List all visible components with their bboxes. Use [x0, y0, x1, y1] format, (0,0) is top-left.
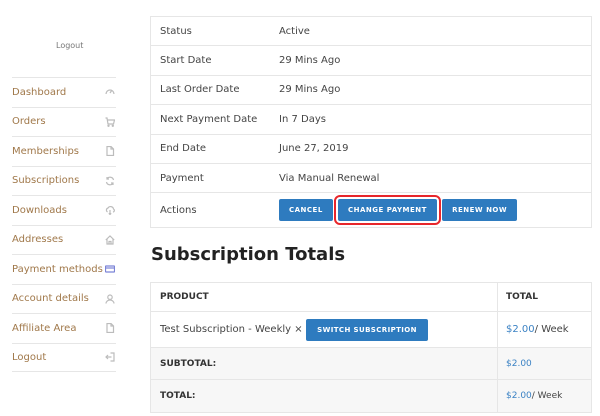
last-order-date-label: Last Order Date: [160, 84, 240, 96]
table-row: Actions Cancel Change Payment Renew Now: [151, 193, 591, 229]
sidebar-item-orders[interactable]: Orders: [12, 106, 116, 137]
sidebar-item-label: Logout: [12, 351, 47, 363]
user-icon: [104, 293, 116, 305]
next-payment-date-value: In 7 Days: [279, 113, 326, 125]
table-header-row: PRODUCT TOTAL: [151, 283, 591, 312]
subtotal-value: $2.00: [506, 358, 532, 369]
logout-icon: [104, 351, 116, 363]
sidebar-item-memberships[interactable]: Memberships: [12, 136, 116, 166]
item-period: / Week: [534, 324, 569, 335]
switch-subscription-button[interactable]: Switch Subscription: [306, 318, 428, 341]
sidebar-item-label: Downloads: [12, 204, 67, 216]
total-price: $2.00: [506, 391, 532, 401]
sidebar-item-account-details[interactable]: Account details: [12, 283, 116, 314]
next-payment-date-label: Next Payment Date: [160, 113, 258, 125]
sidebar-item-label: Payment methods: [12, 263, 103, 275]
status-value: Active: [279, 25, 310, 37]
refresh-icon: [104, 175, 116, 187]
payment-value: Via Manual Renewal: [279, 172, 380, 184]
table-row: Last Order Date 29 Mins Ago: [151, 76, 591, 106]
total-label: TOTAL:: [160, 391, 196, 401]
sidebar-item-downloads[interactable]: Downloads: [12, 195, 116, 225]
download-cloud-icon: [104, 204, 116, 216]
actions-label: Actions: [160, 204, 197, 216]
document-icon: [104, 322, 116, 334]
product-cell: Test Subscription - Weekly × 1 Switch Su…: [151, 312, 497, 347]
renew-now-button[interactable]: Renew Now: [442, 199, 518, 222]
change-payment-button[interactable]: Change Payment: [333, 195, 441, 226]
sidebar-item-affiliate-area[interactable]: Affiliate Area: [12, 313, 116, 343]
last-order-date-value: 29 Mins Ago: [279, 84, 341, 96]
sidebar-item-dashboard[interactable]: Dashboard: [12, 77, 116, 107]
sidebar-item-label: Addresses: [12, 234, 64, 246]
table-row: Next Payment Date In 7 Days: [151, 105, 591, 135]
table-row: Test Subscription - Weekly × 1 Switch Su…: [151, 312, 591, 348]
total-cell: $2.00 / Week: [497, 380, 591, 412]
payment-label: Payment: [160, 172, 204, 184]
table-row: Payment Via Manual Renewal: [151, 164, 591, 194]
cancel-button[interactable]: Cancel: [279, 199, 333, 222]
product-name[interactable]: Test Subscription - Weekly × 1: [160, 324, 312, 335]
table-row: Status Active: [151, 17, 591, 47]
total-row: TOTAL: $2.00 / Week: [151, 380, 591, 412]
item-price: $2.00: [506, 324, 535, 335]
end-date-label: End Date: [160, 143, 207, 155]
cart-icon: [104, 116, 116, 128]
sidebar-item-label: Dashboard: [12, 86, 67, 98]
product-column-header: PRODUCT: [160, 292, 209, 302]
sidebar-item-label: Subscriptions: [12, 175, 80, 187]
sidebar-item-label: Affiliate Area: [12, 322, 77, 334]
total-column-header: TOTAL: [497, 283, 591, 311]
sidebar-item-payment-methods[interactable]: Payment methods: [12, 254, 116, 284]
home-icon: [104, 234, 116, 246]
sidebar-item-logout[interactable]: Logout: [12, 342, 116, 372]
account-navigation: Dashboard Orders Memberships Subscriptio…: [12, 77, 116, 372]
item-total-cell: $2.00 / Week: [497, 312, 591, 347]
subscription-totals-table: PRODUCT TOTAL Test Subscription - Weekly…: [150, 282, 592, 413]
document-icon: [104, 145, 116, 157]
status-label: Status: [160, 25, 192, 37]
total-period: / Week: [531, 391, 563, 401]
sidebar-item-addresses[interactable]: Addresses: [12, 224, 116, 255]
dashboard-icon: [104, 86, 116, 98]
credit-card-icon: [104, 263, 116, 275]
subscription-details-table: Status Active Start Date 29 Mins Ago Las…: [150, 16, 592, 229]
subtotal-cell: $2.00: [497, 348, 591, 379]
sidebar-item-label: Account details: [12, 293, 89, 305]
subscription-totals-heading: Subscription Totals: [151, 244, 346, 265]
subtotal-row: SUBTOTAL: $2.00: [151, 348, 591, 380]
sidebar-item-label: Memberships: [12, 145, 80, 157]
table-row: End Date June 27, 2019: [151, 135, 591, 164]
start-date-label: Start Date: [160, 55, 212, 67]
sidebar-item-subscriptions[interactable]: Subscriptions: [12, 165, 116, 196]
sidebar-item-label: Orders: [12, 116, 46, 128]
subtotal-label: SUBTOTAL:: [160, 358, 217, 369]
end-date-value: June 27, 2019: [279, 143, 349, 155]
top-logout-link[interactable]: Logout: [56, 41, 83, 50]
start-date-value: 29 Mins Ago: [279, 55, 341, 67]
table-row: Start Date 29 Mins Ago: [151, 46, 591, 76]
actions-buttons: Cancel Change Payment Renew Now: [279, 195, 591, 226]
